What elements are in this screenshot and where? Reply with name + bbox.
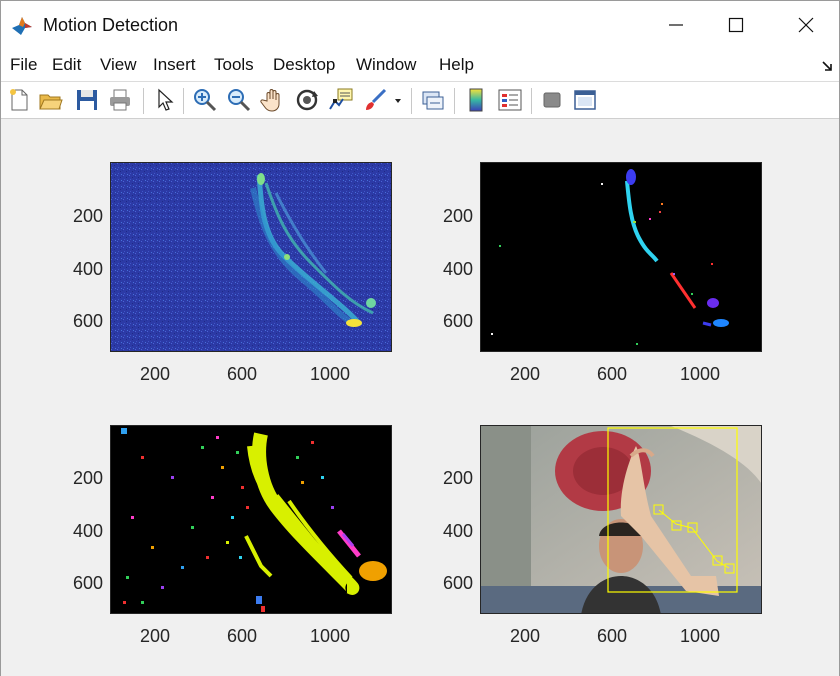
x-tick-label: 1000 <box>679 364 721 384</box>
save-icon[interactable] <box>74 87 100 113</box>
axes-clustered-labels[interactable] <box>110 425 392 614</box>
x-tick-label: 200 <box>139 626 171 646</box>
y-tick-label: 400 <box>442 259 473 279</box>
toolbar-separator <box>411 88 412 114</box>
x-tick-label: 600 <box>226 364 258 384</box>
print-icon[interactable] <box>107 87 133 113</box>
close-button[interactable] <box>771 1 840 49</box>
maximize-icon <box>728 17 744 33</box>
minimize-icon <box>669 24 683 26</box>
x-tick-label: 200 <box>509 626 541 646</box>
axes-segmented-labels[interactable] <box>480 162 762 352</box>
toolbar-separator <box>143 88 144 114</box>
axes-camera-frame[interactable] <box>480 425 762 614</box>
show-plot-tools-icon[interactable] <box>572 87 598 113</box>
y-tick-label: 600 <box>72 573 103 593</box>
x-tick-label: 200 <box>139 364 171 384</box>
brush-icon[interactable] <box>362 87 388 113</box>
x-tick-label: 1000 <box>309 626 351 646</box>
toolbar-separator <box>183 88 184 114</box>
open-file-icon[interactable] <box>38 87 64 113</box>
y-tick-label: 600 <box>442 573 473 593</box>
y-tick-label: 400 <box>72 521 103 541</box>
undock-arrow-icon[interactable] <box>821 59 833 77</box>
link-plot-icon[interactable] <box>420 87 446 113</box>
figure-window: Motion Detection File Edit View Insert T… <box>0 0 840 676</box>
menu-edit[interactable]: Edit <box>52 55 81 75</box>
new-figure-icon[interactable] <box>6 87 32 113</box>
menu-desktop[interactable]: Desktop <box>273 55 335 75</box>
menu-help[interactable]: Help <box>439 55 474 75</box>
menu-insert[interactable]: Insert <box>153 55 196 75</box>
motion-magnitude-image <box>111 163 391 351</box>
window-title: Motion Detection <box>43 15 179 35</box>
y-tick-label: 600 <box>442 311 473 331</box>
segmented-motion-image <box>481 163 761 351</box>
y-tick-label: 600 <box>72 311 103 331</box>
maximize-button[interactable] <box>701 1 771 49</box>
title-bar: Motion Detection <box>1 1 839 49</box>
menu-file[interactable]: File <box>10 55 37 75</box>
matlab-logo-icon <box>11 14 33 36</box>
y-tick-label: 200 <box>72 206 103 226</box>
data-cursor-icon[interactable] <box>328 87 354 113</box>
y-tick-label: 200 <box>442 206 473 226</box>
toolbar-separator <box>454 88 455 114</box>
x-tick-label: 1000 <box>309 364 351 384</box>
zoom-out-icon[interactable] <box>226 87 252 113</box>
axes-motion-heatmap[interactable] <box>110 162 392 352</box>
close-icon <box>798 17 814 33</box>
rotate-3d-icon[interactable] <box>294 87 320 113</box>
insert-colorbar-icon[interactable] <box>463 87 489 113</box>
x-tick-label: 600 <box>226 626 258 646</box>
hide-plot-tools-icon[interactable] <box>539 87 565 113</box>
edit-plot-arrow-icon[interactable] <box>151 87 177 113</box>
x-tick-label: 1000 <box>679 626 721 646</box>
x-tick-label: 200 <box>509 364 541 384</box>
y-tick-label: 200 <box>442 468 473 488</box>
y-tick-label: 400 <box>442 521 473 541</box>
brush-dropdown-icon[interactable] <box>392 87 404 113</box>
menu-tools[interactable]: Tools <box>214 55 254 75</box>
camera-frame-image <box>481 426 761 613</box>
pan-hand-icon[interactable] <box>260 87 286 113</box>
toolbar-separator <box>531 88 532 114</box>
zoom-in-icon[interactable] <box>192 87 218 113</box>
clustered-motion-image <box>111 426 391 613</box>
insert-legend-icon[interactable] <box>497 87 523 113</box>
x-tick-label: 600 <box>596 626 628 646</box>
menu-view[interactable]: View <box>100 55 137 75</box>
y-tick-label: 200 <box>72 468 103 488</box>
menu-window[interactable]: Window <box>356 55 416 75</box>
menu-bar: File Edit View Insert Tools Desktop Wind… <box>1 49 839 81</box>
x-tick-label: 600 <box>596 364 628 384</box>
y-tick-label: 400 <box>72 259 103 279</box>
figure-canvas: 200 400 600 200 600 1000 200 400 600 200… <box>1 120 839 676</box>
figure-toolbar <box>1 81 839 119</box>
